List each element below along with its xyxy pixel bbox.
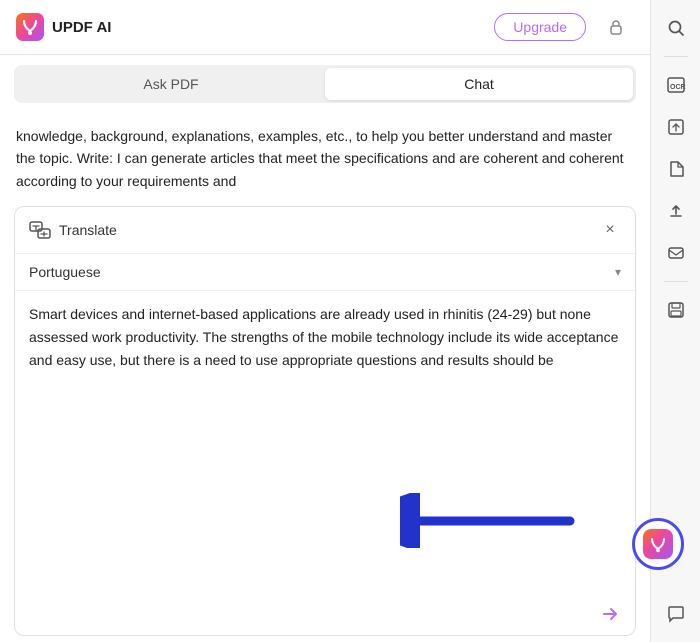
translate-title-area: Translate [29, 219, 117, 241]
chevron-down-icon: ▾ [615, 265, 621, 279]
translation-output: Smart devices and internet-based applica… [15, 291, 635, 595]
divider-2 [664, 281, 688, 282]
content-area: knowledge, background, explanations, exa… [0, 113, 650, 642]
save-icon[interactable] [658, 292, 694, 328]
divider-1 [664, 56, 688, 57]
tab-bar: Ask PDF Chat [14, 65, 636, 103]
arrow-annotation [400, 493, 580, 555]
translate-header: Translate × [15, 207, 635, 254]
right-sidebar: OCR [650, 0, 700, 642]
document-icon[interactable] [658, 151, 694, 187]
updf-logo-icon [16, 13, 44, 41]
close-translate-button[interactable]: × [599, 219, 621, 241]
translate-icon [29, 219, 51, 241]
chat-preview-text: knowledge, background, explanations, exa… [0, 113, 650, 200]
top-bar: UPDF AI Upgrade [0, 0, 650, 55]
ocr-icon[interactable]: OCR [658, 67, 694, 103]
send-area [15, 595, 635, 635]
svg-text:OCR: OCR [670, 84, 686, 91]
chat-bubble-icon[interactable] [658, 596, 694, 632]
search-icon[interactable] [658, 10, 694, 46]
translate-title: Translate [59, 222, 117, 238]
send-button[interactable] [599, 603, 621, 625]
language-label: Portuguese [29, 264, 101, 280]
upload-icon[interactable] [658, 193, 694, 229]
logo-area: UPDF AI [16, 13, 111, 41]
convert-icon[interactable] [658, 109, 694, 145]
ai-fab-button[interactable] [632, 518, 684, 570]
language-dropdown[interactable]: Portuguese ▾ [15, 254, 635, 291]
tab-ask-pdf[interactable]: Ask PDF [17, 68, 325, 100]
lock-icon[interactable] [598, 9, 634, 45]
mail-icon[interactable] [658, 235, 694, 271]
upgrade-button[interactable]: Upgrade [494, 13, 586, 41]
tab-chat[interactable]: Chat [325, 68, 633, 100]
app-title: UPDF AI [52, 19, 111, 36]
translate-panel: Translate × Portuguese ▾ Smart devices a… [14, 206, 636, 636]
